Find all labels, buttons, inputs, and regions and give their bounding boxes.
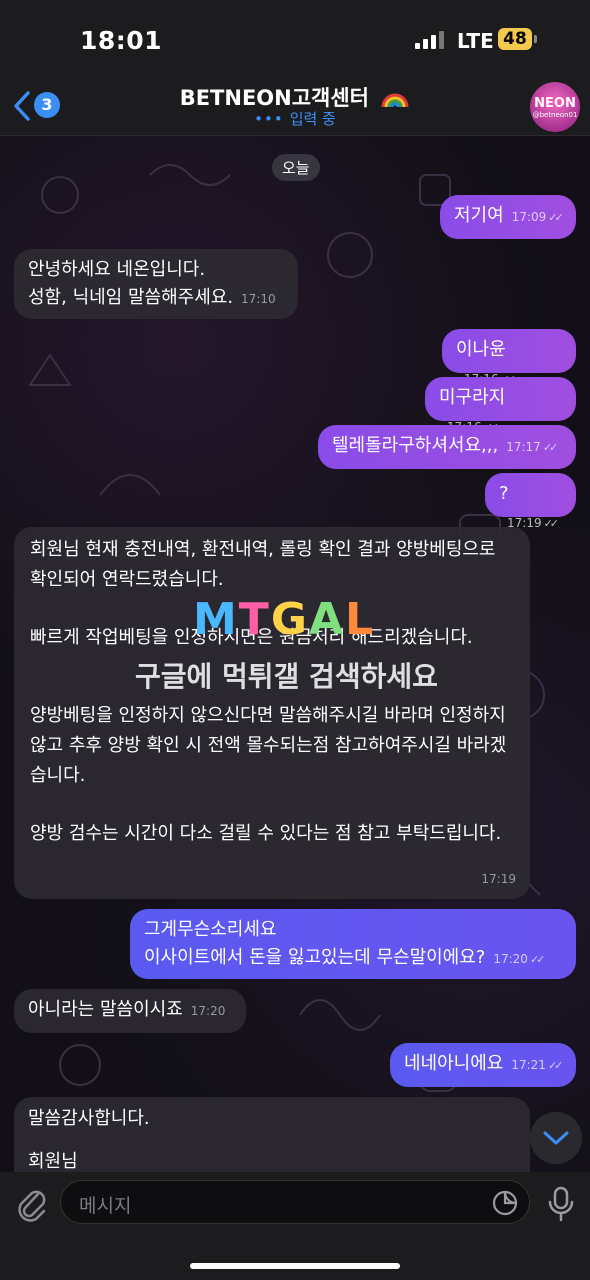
message-text: 저기여 (454, 205, 504, 226)
message-time: 17:17 ✓✓ (506, 440, 559, 454)
message-text: 그게무슨소리세요 (144, 919, 277, 940)
sticker-icon[interactable] (491, 1189, 519, 1217)
message-input[interactable]: 메시지 (60, 1180, 530, 1224)
read-check-icon: ✓✓ (548, 211, 564, 224)
battery-tip (534, 35, 537, 43)
message-text: ? (499, 483, 509, 504)
message-text-line: 성함, 닉네임 말씀해주세요. 17:10 (28, 287, 276, 308)
typing-status: ••• 입력 중 (0, 108, 590, 129)
message-bubble[interactable]: 안녕하세요 네온입니다. 성함, 닉네임 말씀해주세요. 17:10 (14, 249, 298, 319)
status-bar: 18:01 LTE 48 (0, 0, 590, 80)
message-input-placeholder: 메시지 (79, 1195, 132, 1217)
message-paragraph: 양방베팅을 인정하지 않으신다면 말씀해주시길 바라며 인정하지 않고 추후 양… (30, 705, 507, 786)
message-text: 안녕하세요 네온입니다. (28, 259, 206, 280)
message-bubble[interactable]: 이나윤17:16✓✓ (442, 329, 576, 386)
message-bubble[interactable]: 말씀감사합니다. 회원님 (14, 1097, 530, 1172)
message-text: 아니라는 말씀이시죠 (28, 999, 183, 1020)
message-time: 17:20 (190, 1004, 226, 1018)
microphone-icon[interactable] (546, 1184, 576, 1224)
battery-icon: 48 (498, 28, 532, 50)
paperclip-icon[interactable] (14, 1184, 48, 1224)
signal-icon (415, 31, 447, 49)
message-bubble[interactable]: 네네아니에요 17:21 ✓✓ (390, 1043, 576, 1087)
message-bubble[interactable]: ?17:19 ✓✓ (485, 473, 576, 530)
read-check-icon: ✓✓ (543, 517, 560, 530)
message-text-line: 회원님 (28, 1151, 78, 1172)
message-bubble[interactable]: 그게무슨소리세요 이사이트에서 돈을 잃고있는데 무슨말이에요? 17:20 ✓✓ (130, 909, 576, 979)
message-text: 미구라지 (439, 387, 506, 408)
message-text: 말씀감사합니다. (28, 1108, 150, 1129)
message-text-line: 이사이트에서 돈을 잃고있는데 무슨말이에요? 17:20 ✓✓ (144, 947, 546, 968)
message-bubble[interactable]: 아니라는 말씀이시죠 17:20 (14, 989, 246, 1033)
typing-dots-icon: ••• (254, 110, 284, 128)
message-paragraph: 회원님 현재 충전내역, 환전내역, 롤링 확인 결과 양방베팅으로 확인되어 … (30, 539, 496, 590)
message-bubble[interactable]: 저기여 17:09 ✓✓ (440, 195, 576, 239)
home-indicator (190, 1263, 400, 1269)
message-text: 이나윤 (456, 339, 506, 360)
message-time: 17:21 ✓✓ (511, 1058, 564, 1072)
date-separator: 오늘 (272, 154, 320, 181)
message-text: 네네아니에요 (404, 1053, 504, 1074)
read-check-icon: ✓✓ (529, 953, 546, 966)
message-bubble[interactable]: 텔레돌라구하셔서요,,, 17:17 ✓✓ (318, 425, 576, 469)
message-time: 17:20 ✓✓ (493, 952, 546, 966)
scroll-down-button[interactable] (530, 1112, 582, 1164)
message-bubble[interactable]: 회원님 현재 충전내역, 환전내역, 롤링 확인 결과 양방베팅으로 확인되어 … (14, 527, 530, 899)
chat-header: 3 BETNEON고객센터 ••• 입력 중 NEON @betneon01 (0, 80, 590, 136)
read-check-icon: ✓✓ (547, 1059, 564, 1072)
message-text: 텔레돌라구하셔서요,,, (332, 435, 499, 456)
network-label: LTE (457, 29, 494, 53)
message-time: 17:19 (481, 872, 516, 886)
typing-status-text: 입력 중 (289, 110, 336, 128)
message-paragraph: 양방 검수는 시간이 다소 걸릴 수 있다는 점 참고 부탁드립니다. (30, 823, 502, 844)
chevron-down-icon (543, 1131, 569, 1145)
read-check-icon: ✓✓ (542, 441, 559, 454)
chat-title-text: BETNEON고객센터 (179, 86, 369, 110)
message-time: 17:10 (241, 292, 276, 306)
watermark-logo: MTGAL (193, 594, 376, 645)
message-time: 17:09 ✓✓ (511, 210, 564, 224)
message-bubble[interactable]: 미구라지17:16✓✓ (425, 377, 576, 434)
avatar-logo-text: NEON (534, 95, 576, 111)
avatar[interactable]: NEON @betneon01 (530, 82, 580, 132)
clock: 18:01 (80, 26, 163, 55)
message-text-line (28, 1134, 516, 1148)
avatar-sub-text: @betneon01 (532, 110, 578, 119)
watermark-text: 구글에 먹튀갤 검색하세요 (135, 660, 438, 693)
rainbow-icon (381, 93, 409, 108)
